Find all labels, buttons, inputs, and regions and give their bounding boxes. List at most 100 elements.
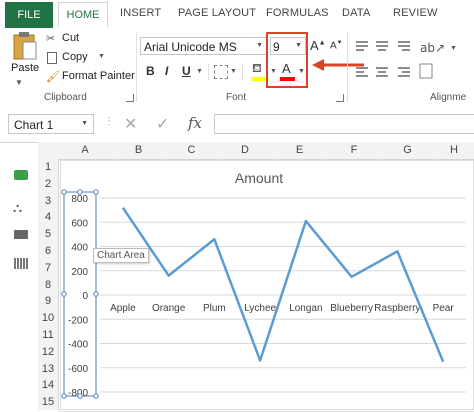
cut-button[interactable]: ✂ Cut xyxy=(46,32,126,46)
row-header-13[interactable]: 13 xyxy=(38,361,58,378)
borders-dropdown-icon[interactable]: ▼ xyxy=(230,68,237,75)
row-header-6[interactable]: 6 xyxy=(38,243,58,260)
column-header-B[interactable]: B xyxy=(112,142,165,159)
selection-handle xyxy=(78,394,82,398)
y-tick-label: 600 xyxy=(71,218,88,229)
tab-data[interactable]: DATA xyxy=(342,7,371,19)
selection-handle xyxy=(62,190,66,194)
chart-styles-icon[interactable]: ⛬ xyxy=(13,200,22,216)
row-header-2[interactable]: 2 xyxy=(38,176,58,193)
tab-review[interactable]: REVIEW xyxy=(393,7,438,19)
copy-icon xyxy=(47,52,57,64)
tab-formulas[interactable]: FORMULAS xyxy=(266,7,329,19)
svg-text:ab↗: ab↗ xyxy=(420,41,445,55)
ribbon-tab-bar: FILE HOME INSERT PAGE LAYOUT FORMULAS DA… xyxy=(0,0,474,29)
name-box[interactable]: Chart 1 ▼ xyxy=(8,114,94,134)
copy-dropdown-icon[interactable]: ▼ xyxy=(98,53,105,60)
row-header-8[interactable]: 8 xyxy=(38,277,58,294)
row-header-4[interactable]: 4 xyxy=(38,209,58,226)
row-header-12[interactable]: 12 xyxy=(38,344,58,361)
tab-home[interactable]: HOME xyxy=(58,2,108,28)
insert-function-icon[interactable]: fx xyxy=(188,114,202,132)
y-tick-label: 0 xyxy=(82,291,88,302)
italic-button[interactable]: I xyxy=(165,64,168,78)
alignment-group-label: Alignme xyxy=(430,92,466,103)
formula-input[interactable] xyxy=(214,114,474,134)
x-tick-label: Lychee xyxy=(244,303,276,314)
row-header-14[interactable]: 14 xyxy=(38,377,58,394)
font-name-box[interactable]: Arial Unicode MS ▼ xyxy=(140,37,268,55)
chart-area-tooltip: Chart Area xyxy=(93,248,149,263)
enter-icon[interactable]: ✓ xyxy=(156,114,169,134)
clipboard-launcher-icon[interactable] xyxy=(126,94,134,102)
chart-title: Amount xyxy=(235,170,283,186)
row-header-11[interactable]: 11 xyxy=(38,327,58,344)
selection-handle xyxy=(62,394,66,398)
font-launcher-icon[interactable] xyxy=(336,94,344,102)
line-chart[interactable]: Amount8006004002000-200-400-600-800Apple… xyxy=(60,160,474,410)
column-header-E[interactable]: E xyxy=(272,142,327,159)
selection-handle xyxy=(62,292,66,296)
selection-handle xyxy=(94,394,98,398)
row-header-15[interactable]: 15 xyxy=(38,394,58,411)
chart-grid-icon[interactable] xyxy=(14,258,28,269)
row-header-7[interactable]: 7 xyxy=(38,260,58,277)
column-header-C[interactable]: C xyxy=(165,142,218,159)
formula-bar-grip-icon[interactable]: ⋮ xyxy=(104,116,114,127)
group-divider-2 xyxy=(347,32,348,102)
borders-icon[interactable] xyxy=(214,65,228,79)
cancel-icon[interactable]: ✕ xyxy=(124,114,137,134)
x-tick-label: Raspberry xyxy=(374,303,420,314)
copy-label: Copy xyxy=(62,51,88,63)
chart-elements-icon[interactable] xyxy=(14,170,28,180)
font-divider xyxy=(208,64,209,80)
formula-bar: Chart 1 ▼ ⋮ ✕ ✓ fx xyxy=(0,106,474,143)
chart-filters-icon[interactable] xyxy=(14,230,28,239)
underline-button[interactable]: U xyxy=(182,64,191,78)
column-header-F[interactable]: F xyxy=(327,142,381,159)
tab-insert[interactable]: INSERT xyxy=(120,7,161,19)
column-header-G[interactable]: G xyxy=(381,142,434,159)
column-header-D[interactable]: D xyxy=(218,142,272,159)
svg-text:▼: ▼ xyxy=(450,45,457,52)
selection-handle xyxy=(94,292,98,296)
row-header-10[interactable]: 10 xyxy=(38,310,58,327)
scissors-icon: ✂ xyxy=(46,32,55,45)
highlight-box xyxy=(266,32,308,88)
font-name-value: Arial Unicode MS xyxy=(144,40,237,54)
row-header-3[interactable]: 3 xyxy=(38,193,58,210)
ribbon: Paste ▼ ✂ Cut Copy ▼ 🖌 Format Painter Cl… xyxy=(0,28,474,107)
paste-button[interactable] xyxy=(12,32,38,65)
x-tick-label: Blueberry xyxy=(330,303,373,314)
y-tick-label: -600 xyxy=(68,364,88,375)
column-header-A[interactable]: A xyxy=(58,142,112,159)
x-tick-label: Pear xyxy=(433,303,455,314)
font-name-dropdown-icon[interactable]: ▼ xyxy=(256,42,263,49)
x-tick-label: Plum xyxy=(203,303,226,314)
y-tick-label: 200 xyxy=(71,267,88,278)
clipboard-group-label: Clipboard xyxy=(44,92,87,103)
row-header-9[interactable]: 9 xyxy=(38,293,58,310)
paste-dropdown-icon[interactable]: ▼ xyxy=(15,78,23,87)
worksheet: ⛬ ABCDEFGH 123456789101112131415 Amount8… xyxy=(0,142,474,410)
y-tick-label: 800 xyxy=(71,194,88,205)
bold-button[interactable]: B xyxy=(146,64,155,78)
copy-button[interactable]: Copy ▼ xyxy=(46,51,126,65)
column-header-H[interactable]: H xyxy=(434,142,474,159)
row-header-1[interactable]: 1 xyxy=(38,159,58,176)
cut-label: Cut xyxy=(62,32,79,44)
format-painter-button[interactable]: 🖌 Format Painter xyxy=(46,70,136,84)
name-box-dropdown-icon[interactable]: ▼ xyxy=(81,120,88,127)
paste-label[interactable]: Paste xyxy=(11,62,39,74)
selection-handle xyxy=(78,190,82,194)
shrink-font-icon[interactable]: A▼ xyxy=(330,40,343,51)
y-tick-label: -400 xyxy=(68,340,88,351)
tab-page-layout[interactable]: PAGE LAYOUT xyxy=(178,7,256,19)
selection-handle xyxy=(94,190,98,194)
tab-file[interactable]: FILE xyxy=(5,2,53,28)
row-header-5[interactable]: 5 xyxy=(38,226,58,243)
paint-bucket-icon: ⛾ xyxy=(252,61,262,77)
grow-font-icon[interactable]: A▲ xyxy=(310,38,326,53)
alignment-icons[interactable]: ab↗ ▼ xyxy=(354,38,464,82)
underline-dropdown-icon[interactable]: ▼ xyxy=(196,68,203,75)
